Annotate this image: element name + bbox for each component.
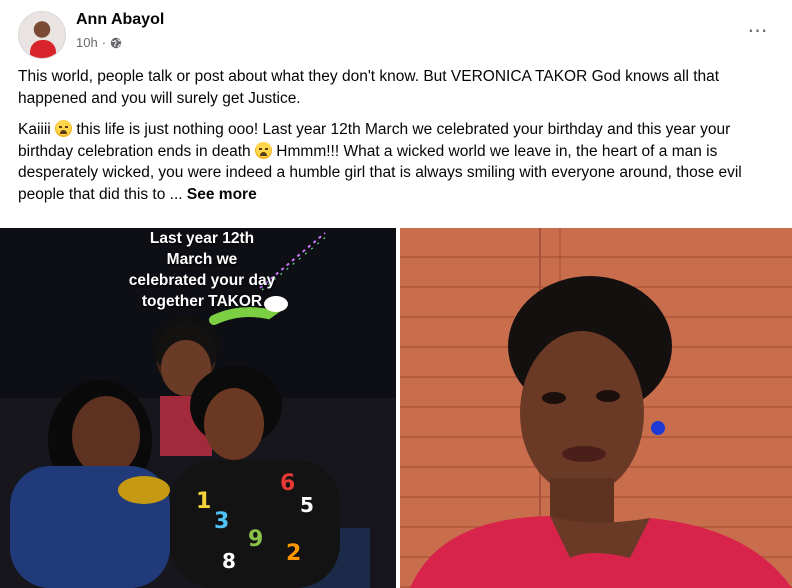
post-time[interactable]: 10h <box>76 35 98 50</box>
caption-line-4: together TAKOR <box>141 293 263 310</box>
svg-text:1: 1 <box>196 489 211 514</box>
photo-group-selfie[interactable]: 1 3 6 5 9 8 2 Last year 12th March we ce… <box>0 228 396 588</box>
photo-grid: 1 3 6 5 9 8 2 Last year 12th March we ce… <box>0 228 792 588</box>
svg-text:6: 6 <box>280 471 295 496</box>
post-paragraph-1: This world, people talk or post about wh… <box>18 68 720 107</box>
svg-text:8: 8 <box>222 549 236 573</box>
globe-icon <box>110 37 122 48</box>
caption-line-3: celebrated your day <box>128 272 276 289</box>
post-body: This world, people talk or post about wh… <box>18 66 778 215</box>
svg-text:5: 5 <box>300 493 314 517</box>
see-more-link[interactable]: See more <box>187 186 257 203</box>
post-paragraph-2: Kaiiii this life is just nothing ooo! La… <box>18 119 778 205</box>
caption-line-1: Last year 12th <box>149 230 255 247</box>
paragraph-2-part-a: Kaiiii <box>18 121 51 138</box>
svg-text:3: 3 <box>214 509 229 534</box>
photo-portrait[interactable] <box>400 228 792 588</box>
post-options-button[interactable]: ⋯ <box>744 16 772 44</box>
svg-text:9: 9 <box>248 527 263 552</box>
svg-text:2: 2 <box>286 541 301 566</box>
caption-line-2: March we <box>166 251 238 268</box>
post-header: Ann Abayol 10h · ⋯ <box>14 8 778 59</box>
author-avatar[interactable] <box>18 11 66 59</box>
photo-caption: Last year 12th March we celebrated your … <box>92 228 312 312</box>
crying-face-icon <box>254 141 272 159</box>
meta-separator: · <box>101 35 107 50</box>
post-meta: 10h · <box>76 35 122 50</box>
crying-face-icon <box>55 120 73 137</box>
author-name[interactable]: Ann Abayol <box>76 11 164 29</box>
portrait-illustration <box>410 228 792 588</box>
